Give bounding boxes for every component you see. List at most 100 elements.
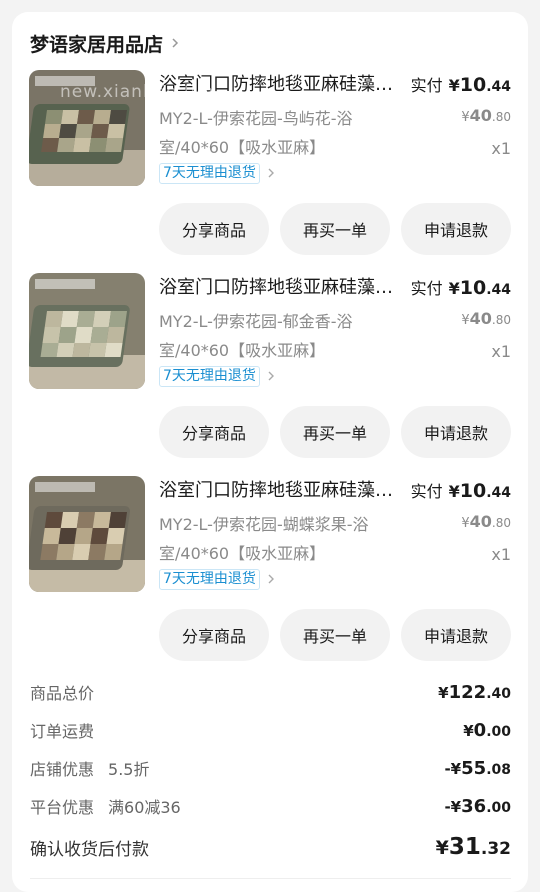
price-integer: 0 — [473, 719, 487, 741]
paid-label: 实付 — [410, 279, 443, 298]
paid-price: 实付 ¥10.44 — [411, 275, 511, 301]
currency-symbol: ¥ — [448, 76, 460, 95]
discount-note: 满60减36 — [108, 798, 181, 817]
price-integer: 10 — [459, 277, 487, 299]
share-product-button[interactable]: 分享商品 — [159, 609, 269, 661]
paid-amount: ¥10.44 — [449, 480, 511, 502]
return-policy-tag[interactable]: 7天无理由退货 — [159, 568, 276, 590]
item-actions: 分享商品 再买一单 申请退款 — [159, 406, 511, 458]
price-decimal: .44 — [486, 282, 511, 298]
product-image[interactable] — [29, 273, 145, 389]
product-spec: MY2-L-伊索花园-郁金香-浴室/40*60【吸水亚麻】 — [159, 312, 353, 360]
original-price: ¥40.80 — [461, 106, 511, 125]
order-item: 浴室门口防摔地毯亚麻硅藻泥吸水脚垫 实付 ¥10.44 MY2-L-伊索花园-鸟… — [12, 70, 528, 273]
summary-label: 店铺优惠 — [30, 760, 95, 779]
summary-store-discount: 店铺优惠 5.5折 -¥ 55.08 — [30, 755, 511, 781]
chevron-right-icon — [268, 168, 274, 178]
order-card: 梦语家居用品店 浴室门口防摔地毯亚麻硅藻泥 实付 ¥10.44 MY2-L-伊索… — [12, 12, 528, 892]
product-image[interactable] — [29, 70, 145, 186]
currency-symbol: ¥ — [463, 721, 474, 740]
summary-label: 商品总价 — [30, 684, 95, 703]
summary-value: ¥0.00 — [463, 720, 511, 741]
item-actions: 分享商品 再买一单 申请退款 — [159, 203, 511, 255]
rug-image-1 — [29, 70, 145, 186]
store-header[interactable]: 梦语家居用品店 — [30, 28, 181, 58]
product-title[interactable]: 浴室门口防摔地毯亚麻硅藻泥吸水脚垫 — [159, 275, 404, 301]
chevron-right-icon — [172, 38, 179, 48]
currency-symbol: ¥ — [448, 279, 460, 298]
return-policy-tag[interactable]: 7天无理由退货 — [159, 162, 276, 184]
price-integer: 40 — [469, 106, 492, 125]
request-refund-button[interactable]: 申请退款 — [401, 406, 511, 458]
price-decimal: .40 — [486, 685, 511, 702]
share-product-button[interactable]: 分享商品 — [159, 203, 269, 255]
price-decimal: .44 — [486, 79, 511, 95]
quantity: x1 — [491, 545, 511, 564]
price-decimal: .44 — [486, 485, 511, 501]
summary-pay-on-receipt: 确认收货后付款 ¥31.32 — [30, 831, 511, 863]
original-price: ¥40.80 — [461, 512, 511, 531]
rug-image-3 — [29, 476, 145, 592]
order-item: 浴室门口防摔地毯亚麻硅藻泥吸水脚垫 实付 ¥10.44 MY2-L-伊索花园-蝴… — [12, 476, 528, 679]
summary-goods-total: 商品总价 ¥122.40 — [30, 679, 511, 705]
summary-value: ¥122.40 — [438, 682, 511, 703]
share-product-button[interactable]: 分享商品 — [159, 406, 269, 458]
price-integer: 36 — [461, 795, 487, 817]
quantity: x1 — [491, 342, 511, 361]
buy-again-button[interactable]: 再买一单 — [280, 203, 390, 255]
paid-label: 实付 — [410, 482, 443, 501]
return-policy-tag[interactable]: 7天无理由退货 — [159, 365, 276, 387]
price-integer: 10 — [459, 74, 487, 96]
product-spec: MY2-L-伊索花园-蝴蝶浆果-浴室/40*60【吸水亚麻】 — [159, 515, 369, 563]
price-decimal: .08 — [486, 761, 511, 778]
summary-value: -¥ 55.08 — [444, 758, 511, 779]
rug-image-2 — [29, 273, 145, 389]
currency-symbol: ¥ — [461, 516, 470, 531]
price-integer: 31 — [448, 834, 481, 860]
product-image[interactable] — [29, 476, 145, 592]
price-decimal: .80 — [491, 110, 511, 124]
price-integer: 40 — [469, 309, 492, 328]
summary-label: 平台优惠 — [30, 798, 95, 817]
price-decimal: .00 — [486, 723, 511, 740]
price-integer: 10 — [459, 480, 487, 502]
paid-amount: ¥10.44 — [449, 74, 511, 96]
currency-symbol: ¥ — [438, 683, 449, 702]
currency-symbol: ¥ — [461, 110, 470, 125]
paid-label: 实付 — [410, 76, 443, 95]
currency-symbol: -¥ — [444, 759, 462, 778]
divider — [30, 878, 511, 879]
summary-value: -¥ 36.00 — [444, 796, 511, 817]
summary-platform-discount: 平台优惠 满60减36 -¥ 36.00 — [30, 793, 511, 819]
buy-again-button[interactable]: 再买一单 — [280, 609, 390, 661]
price-integer: 40 — [469, 512, 492, 531]
currency-symbol: ¥ — [461, 313, 470, 328]
return-policy-label: 7天无理由退货 — [159, 365, 260, 387]
store-name[interactable]: 梦语家居用品店 — [30, 30, 163, 57]
price-integer: 55 — [461, 757, 487, 779]
price-decimal: .32 — [480, 839, 511, 859]
return-policy-label: 7天无理由退货 — [159, 162, 260, 184]
return-policy-label: 7天无理由退货 — [159, 568, 260, 590]
summary-shipping: 订单运费 ¥0.00 — [30, 717, 511, 743]
price-decimal: .00 — [486, 799, 511, 816]
currency-symbol: -¥ — [444, 797, 462, 816]
product-title[interactable]: 浴室门口防摔地毯亚麻硅藻泥吸水脚垫 — [159, 478, 404, 504]
item-actions: 分享商品 再买一单 申请退款 — [159, 609, 511, 661]
price-decimal: .80 — [491, 313, 511, 327]
order-item: 浴室门口防摔地毯亚麻硅藻泥吸水脚垫 实付 ¥10.44 MY2-L-伊索花园-郁… — [12, 273, 528, 476]
summary-label: 订单运费 — [30, 722, 95, 741]
currency-symbol: ¥ — [448, 482, 460, 501]
chevron-right-icon — [268, 371, 274, 381]
buy-again-button[interactable]: 再买一单 — [280, 406, 390, 458]
product-title[interactable]: 浴室门口防摔地毯亚麻硅藻泥吸水脚垫 — [159, 72, 404, 98]
summary-label: 确认收货后付款 — [30, 839, 149, 860]
product-spec: MY2-L-伊索花园-鸟屿花-浴室/40*60【吸水亚麻】 — [159, 109, 353, 157]
quantity: x1 — [491, 139, 511, 158]
summary-value: ¥31.32 — [436, 834, 511, 860]
original-price: ¥40.80 — [461, 309, 511, 328]
request-refund-button[interactable]: 申请退款 — [401, 203, 511, 255]
paid-price: 实付 ¥10.44 — [411, 478, 511, 504]
paid-amount: ¥10.44 — [449, 277, 511, 299]
request-refund-button[interactable]: 申请退款 — [401, 609, 511, 661]
